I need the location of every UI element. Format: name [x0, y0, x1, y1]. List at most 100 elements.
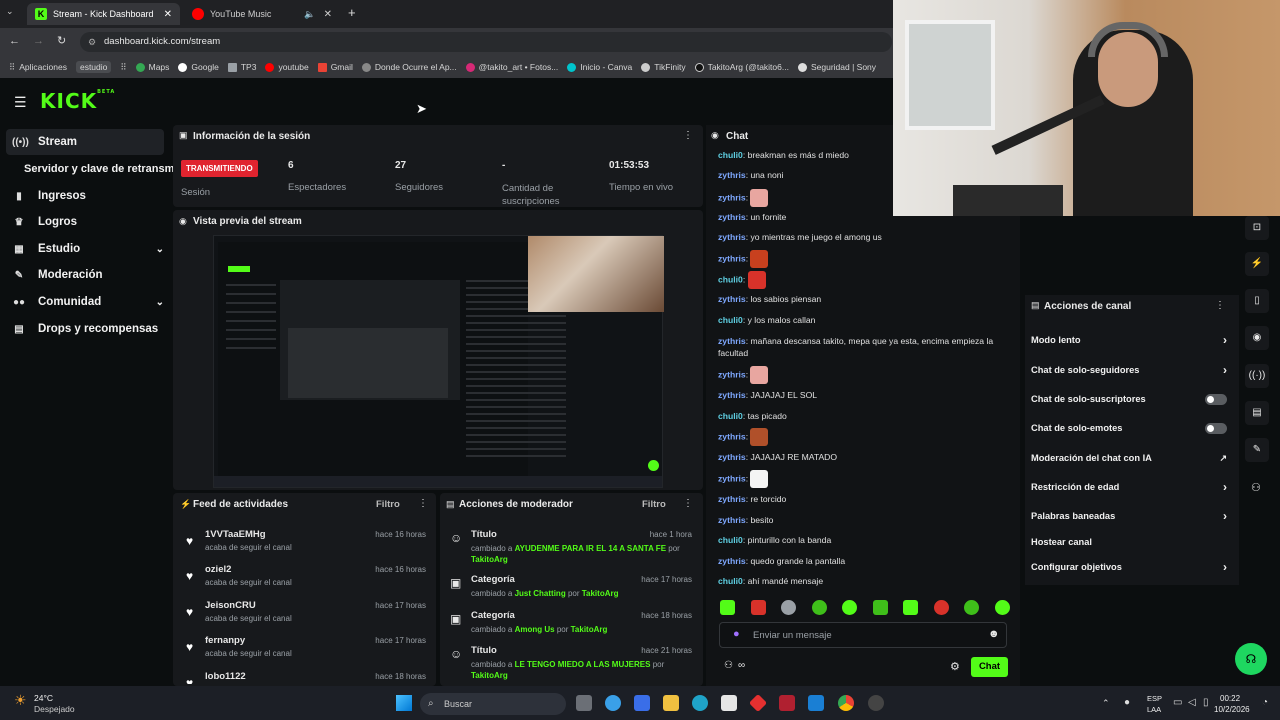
mod-filter-button[interactable]: Filtro	[642, 499, 666, 510]
toggle-switch[interactable]	[1205, 422, 1227, 434]
emote-icon[interactable]	[781, 600, 797, 615]
bookmark-gmail[interactable]: Gmail	[317, 62, 353, 72]
chat-send-button[interactable]: Chat	[971, 657, 1008, 677]
chat-message-input[interactable]: ● Enviar un mensaje ☻	[719, 622, 1007, 648]
app-shield-icon[interactable]	[779, 695, 795, 711]
bookmark-google[interactable]: Google	[178, 62, 219, 72]
bookmark-grid[interactable]: ⠿	[120, 62, 126, 73]
microphone-icon[interactable]: ●	[733, 628, 740, 640]
bookmark-maps[interactable]: Maps	[135, 62, 169, 72]
sidebar-item-comunidad[interactable]: ●● Comunidad ⌄	[6, 289, 164, 315]
bookmark-tikfinity[interactable]: TikFinity	[641, 62, 686, 72]
sidebar-item-moderacion[interactable]: ✎ Moderación	[6, 262, 164, 288]
volume-icon[interactable]: ◁	[1188, 697, 1196, 708]
bookmark-canva[interactable]: Inicio - Canva	[567, 62, 632, 72]
sideic-bolt[interactable]: ⚡	[1245, 252, 1269, 276]
emote-icon[interactable]	[872, 600, 888, 615]
outlook-icon[interactable]	[808, 695, 824, 711]
tab-close-icon[interactable]: ✕	[164, 9, 172, 20]
sideic-chat[interactable]: ◉	[1245, 326, 1269, 350]
channel-action-solo-seguidores[interactable]: Chat de solo-seguidores ›	[1031, 360, 1227, 380]
back-icon[interactable]: ←	[9, 35, 20, 47]
new-tab-button[interactable]: +	[348, 5, 356, 20]
tab-youtube-music[interactable]: YouTube Music 🔈 ✕	[184, 3, 340, 25]
channel-action-palabras-baneadas[interactable]: Palabras baneadas ›	[1031, 506, 1227, 526]
weather-temp[interactable]: 24°C	[34, 693, 53, 703]
notification-icon[interactable]: ◔	[1262, 697, 1268, 708]
bookmark-donde-ocurre[interactable]: Donde Ocurre el Ap...	[361, 62, 457, 72]
sidebar-item-server-key[interactable]: Servidor y clave de retransm	[18, 156, 178, 182]
tab-close-icon[interactable]: ✕	[324, 9, 332, 20]
sideic-broadcast[interactable]: ((·))	[1245, 364, 1269, 388]
channel-action-hostear[interactable]: Hostear canal	[1031, 532, 1227, 552]
speaker-icon[interactable]: 🔈	[304, 9, 315, 20]
lang-code-1[interactable]: ESP	[1147, 694, 1162, 703]
bookmark-tiktok[interactable]: TakitoArg (@takito6...	[694, 62, 789, 72]
emote-icon[interactable]	[964, 600, 980, 615]
sideic-doc[interactable]: ▯	[1245, 289, 1269, 313]
battery-icon[interactable]: ▯	[1203, 697, 1209, 708]
paint-icon[interactable]	[634, 695, 650, 711]
channel-action-restriccion-edad[interactable]: Restricción de edad ›	[1031, 477, 1227, 497]
explorer-icon[interactable]	[663, 695, 679, 711]
users-icon[interactable]: ⚇	[724, 660, 733, 671]
network-icon[interactable]: ▭	[1173, 697, 1182, 708]
tray-chevron-icon[interactable]: ⌃	[1102, 698, 1110, 709]
mic-tray-icon[interactable]: ●	[1124, 697, 1130, 708]
emote-icon[interactable]	[994, 600, 1010, 615]
channel-action-modo-lento[interactable]: Modo lento ›	[1031, 330, 1227, 350]
sideic-list[interactable]: ▤	[1245, 401, 1269, 425]
edge-icon[interactable]	[692, 695, 708, 711]
bookmark-tp3[interactable]: TP3	[227, 62, 256, 72]
bookmark-apps[interactable]: ⠿ Aplicaciones	[9, 62, 67, 73]
forward-icon[interactable]: →	[33, 35, 44, 47]
more-options-icon[interactable]: ⋮	[1215, 300, 1225, 311]
support-button[interactable]: ☊	[1235, 643, 1267, 675]
site-info-icon[interactable]: ⚙	[88, 32, 96, 52]
channel-action-objetivos[interactable]: Configurar objetivos ›	[1031, 557, 1227, 577]
emoji-icon[interactable]: ☻	[988, 628, 1000, 640]
url-bar[interactable]: ⚙ dashboard.kick.com/stream	[80, 32, 892, 52]
toggle-switch[interactable]	[1205, 393, 1227, 405]
activity-filter-button[interactable]: Filtro	[376, 499, 400, 510]
emote-icon[interactable]	[750, 600, 766, 615]
bookmark-youtube[interactable]: youtube	[265, 62, 309, 72]
menu-icon[interactable]: ☰	[14, 94, 27, 111]
emote-icon[interactable]	[903, 600, 919, 615]
channel-action-moderacion-ia[interactable]: Moderación del chat con IA ↗	[1031, 448, 1227, 468]
chrome-icon[interactable]	[838, 695, 854, 711]
bookmark-instagram[interactable]: @takito_art • Fotos...	[465, 62, 558, 72]
sideic-camera[interactable]: ⊡	[1245, 216, 1269, 240]
bookmark-sony[interactable]: Seguridad | Sony	[797, 62, 876, 72]
emote-icon[interactable]	[720, 600, 735, 615]
sidebar-item-ingresos[interactable]: ▮ Ingresos	[6, 183, 164, 209]
link-icon[interactable]: ∞	[738, 660, 745, 671]
tab-search-button[interactable]: ⌄	[6, 6, 20, 20]
copilot-icon[interactable]	[605, 695, 621, 711]
task-view-icon[interactable]	[576, 695, 592, 711]
reload-icon[interactable]: ↻	[57, 34, 66, 47]
store-icon[interactable]	[721, 695, 737, 711]
sidebar-item-estudio[interactable]: ▦ Estudio ⌄	[6, 236, 164, 262]
emote-icon[interactable]	[842, 600, 858, 615]
kick-logo[interactable]: KICKBETA	[40, 89, 115, 113]
more-options-icon[interactable]: ⋮	[683, 130, 693, 141]
emote-icon[interactable]	[811, 600, 827, 615]
sidebar-item-drops[interactable]: ▤ Drops y recompensas	[6, 316, 176, 342]
channel-action-solo-emotes[interactable]: Chat de solo-emotes	[1031, 418, 1227, 438]
channel-action-solo-suscriptores[interactable]: Chat de solo-suscriptores	[1031, 389, 1227, 409]
sidebar-item-logros[interactable]: ♛ Logros	[6, 209, 164, 235]
app-gear-icon[interactable]	[868, 695, 884, 711]
tab-kick-dashboard[interactable]: K Stream - Kick Dashboard ✕	[27, 3, 180, 25]
clock-time[interactable]: 00:22	[1220, 694, 1240, 703]
sideic-people[interactable]: ⚇	[1251, 481, 1261, 494]
more-options-icon[interactable]: ⋮	[418, 498, 428, 509]
settings-icon[interactable]: ⚙	[950, 660, 960, 673]
bookmark-estudio[interactable]: estudio	[75, 61, 112, 73]
more-options-icon[interactable]: ⋮	[683, 498, 693, 509]
taskbar-search[interactable]: ⌕ Buscar	[420, 693, 566, 715]
sideic-wrench[interactable]: ✎	[1245, 438, 1269, 462]
start-button[interactable]	[396, 695, 412, 711]
stream-preview-video[interactable]	[213, 235, 664, 488]
emote-icon[interactable]	[933, 600, 949, 615]
